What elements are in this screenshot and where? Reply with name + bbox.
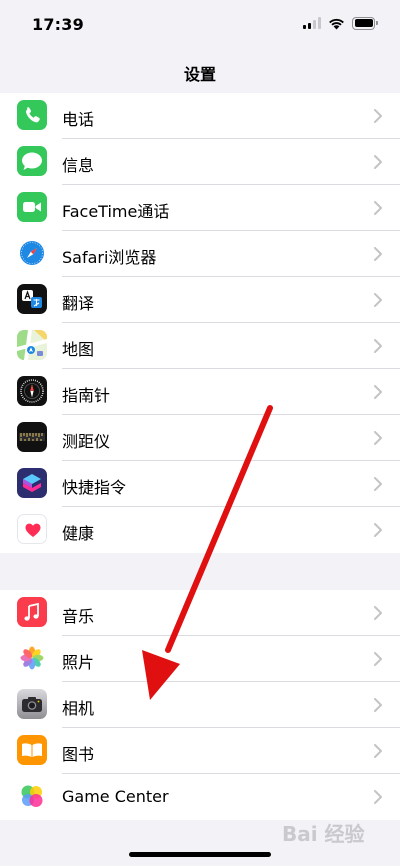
wifi-icon xyxy=(329,18,344,29)
settings-row-safari[interactable]: Safari浏览器 xyxy=(0,231,400,277)
chevron-right-icon xyxy=(374,698,382,712)
settings-row-health[interactable]: 健康 xyxy=(0,507,400,553)
safari-icon xyxy=(17,238,47,268)
camera-icon xyxy=(17,689,47,719)
settings-row-label: 地图 xyxy=(62,340,95,359)
facetime-icon xyxy=(17,192,47,222)
chevron-right-icon xyxy=(374,652,382,666)
status-icons xyxy=(303,16,378,30)
chevron-right-icon xyxy=(374,155,382,169)
settings-row-messages[interactable]: 信息 xyxy=(0,139,400,185)
settings-row-label: 相机 xyxy=(62,699,95,718)
game-center-icon xyxy=(17,781,47,811)
page-title: 设置 xyxy=(183,65,216,84)
settings-row-label: 信息 xyxy=(62,156,95,175)
translate-icon xyxy=(17,284,47,314)
chevron-right-icon xyxy=(374,201,382,215)
chevron-right-icon xyxy=(374,385,382,399)
settings-row-facetime[interactable]: FaceTime通话 xyxy=(0,185,400,231)
compass-icon xyxy=(17,376,47,406)
maps-icon xyxy=(17,330,47,360)
settings-row-label: FaceTime通话 xyxy=(62,202,170,221)
settings-row-compass[interactable]: 指南针 xyxy=(0,369,400,415)
music-icon xyxy=(17,597,47,627)
settings-row-label: Game Center xyxy=(62,787,169,806)
settings-row-label: 电话 xyxy=(62,110,95,129)
settings-row-translate[interactable]: 翻译 xyxy=(0,277,400,323)
chevron-right-icon xyxy=(374,790,382,804)
phone-icon xyxy=(17,100,47,130)
settings-row-label: 图书 xyxy=(62,745,95,764)
settings-row-shortcuts[interactable]: 快捷指令 xyxy=(0,461,400,507)
watermark: Bai 经验 xyxy=(282,822,365,846)
status-time: 17:39 xyxy=(32,15,84,34)
chevron-right-icon xyxy=(374,606,382,620)
settings-row-label: 音乐 xyxy=(62,607,95,626)
settings-group-apps: 电话 信息 FaceTime通话 Safari浏览器 翻译 地图 指南针 测距仪… xyxy=(0,93,400,553)
signal-icon xyxy=(303,17,321,29)
settings-row-game-center[interactable]: Game Center xyxy=(0,774,400,820)
settings-row-phone[interactable]: 电话 xyxy=(0,93,400,139)
settings-row-measure[interactable]: 测距仪 xyxy=(0,415,400,461)
messages-icon xyxy=(17,146,47,176)
chevron-right-icon xyxy=(374,293,382,307)
health-icon xyxy=(17,514,47,544)
photos-icon xyxy=(17,643,47,673)
settings-row-books[interactable]: 图书 xyxy=(0,728,400,774)
settings-row-music[interactable]: 音乐 xyxy=(0,590,400,636)
nav-bar: 设置 xyxy=(0,50,400,94)
settings-row-label: 测距仪 xyxy=(62,432,111,451)
home-indicator[interactable] xyxy=(129,852,271,857)
measure-icon xyxy=(17,422,47,452)
settings-row-label: 快捷指令 xyxy=(62,478,127,497)
chevron-right-icon xyxy=(374,477,382,491)
books-icon xyxy=(17,735,47,765)
chevron-right-icon xyxy=(374,431,382,445)
settings-group-media: 音乐 照片 相机 图书 Game Center xyxy=(0,590,400,820)
settings-row-label: 翻译 xyxy=(62,294,95,313)
chevron-right-icon xyxy=(374,247,382,261)
settings-row-label: 指南针 xyxy=(62,386,111,405)
settings-row-label: 照片 xyxy=(62,653,95,672)
settings-row-camera[interactable]: 相机 xyxy=(0,682,400,728)
shortcuts-icon xyxy=(17,468,47,498)
chevron-right-icon xyxy=(374,109,382,123)
chevron-right-icon xyxy=(374,523,382,537)
settings-row-label: Safari浏览器 xyxy=(62,248,157,267)
settings-row-label: 健康 xyxy=(62,524,95,543)
status-bar: 17:39 xyxy=(0,0,400,50)
chevron-right-icon xyxy=(374,339,382,353)
chevron-right-icon xyxy=(374,744,382,758)
battery-icon xyxy=(352,16,378,30)
settings-row-maps[interactable]: 地图 xyxy=(0,323,400,369)
settings-row-photos[interactable]: 照片 xyxy=(0,636,400,682)
